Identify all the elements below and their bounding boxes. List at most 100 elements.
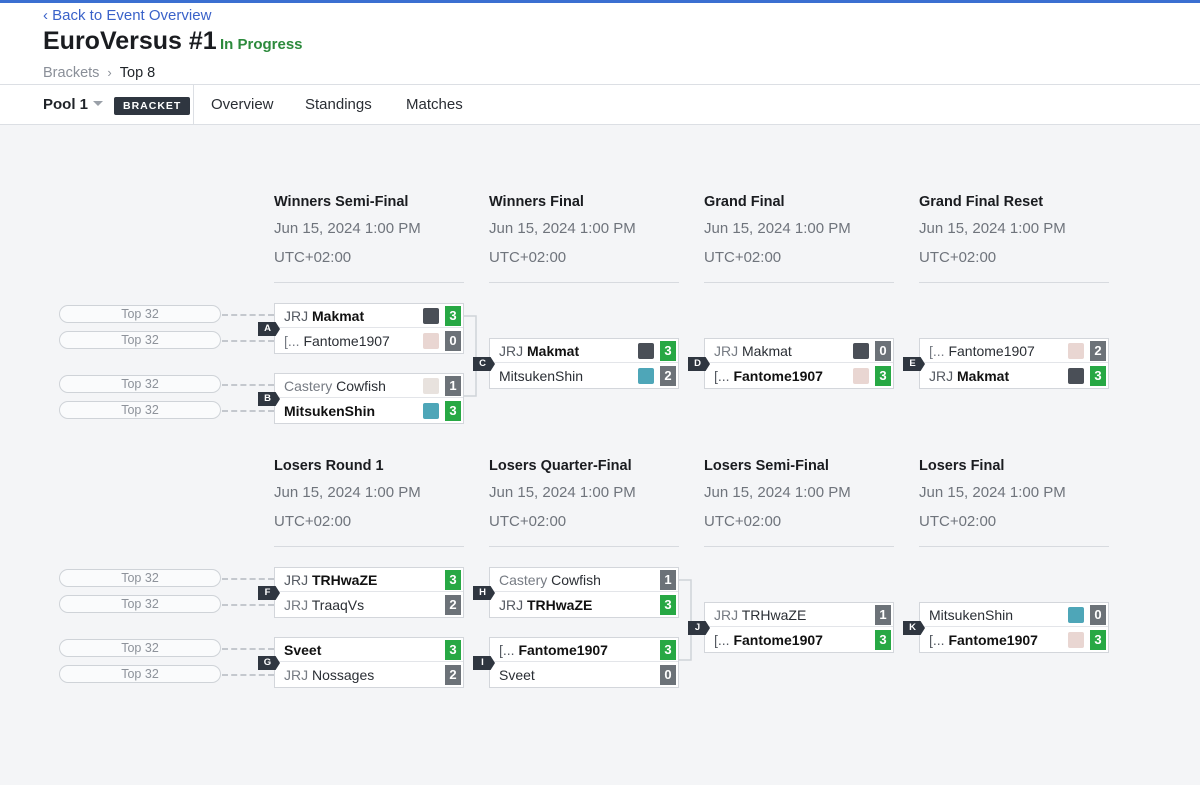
seed-placeholder: Top 32 [59, 639, 221, 657]
match-card-h[interactable]: Castery Cowfish 1 JRJ TRHwaZE 3 [489, 567, 679, 618]
player-avatar [423, 378, 439, 394]
round-header: Losers Semi-Final Jun 15, 2024 1:00 PM U… [704, 458, 894, 547]
player-row[interactable]: [... Fantome1907 3 [705, 364, 893, 388]
player-score: 3 [445, 306, 461, 326]
player-tag: Fantome1907 [518, 642, 608, 658]
player-row[interactable]: JRJ Makmat 3 [920, 364, 1108, 388]
player-tag: Fantome1907 [303, 333, 390, 349]
match-id-badge: B [258, 392, 280, 406]
player-row[interactable]: MitsukenShin 3 [275, 399, 463, 423]
player-row[interactable]: JRJ TraaqVs 2 [275, 593, 463, 617]
player-score: 3 [1090, 366, 1106, 386]
player-prefix: JRJ [499, 597, 527, 613]
player-name: [... Fantome1907 [714, 632, 823, 648]
back-link-label: Back to Event Overview [52, 7, 212, 24]
round-name: Losers Quarter-Final [489, 458, 632, 474]
player-name: Castery Cowfish [499, 572, 601, 588]
tab-standings[interactable]: Standings [305, 96, 372, 113]
seed-connector [222, 410, 274, 412]
player-row[interactable]: [... Fantome1907 3 [920, 628, 1108, 652]
player-name: JRJ TRHwaZE [499, 597, 592, 613]
player-row[interactable]: JRJ TRHwaZE 3 [490, 593, 678, 617]
player-row[interactable]: Castery Cowfish 1 [490, 568, 678, 592]
player-prefix: [... [499, 642, 519, 658]
player-tag: TRHwaZE [527, 597, 593, 613]
match-card-g[interactable]: Sveet 3 JRJ Nossages 2 [274, 637, 464, 688]
player-avatar [1068, 343, 1084, 359]
match-card-c[interactable]: JRJ Makmat 3 MitsukenShin 2 [489, 338, 679, 389]
seed-placeholder: Top 32 [59, 305, 221, 323]
player-row[interactable]: JRJ TRHwaZE 1 [705, 603, 893, 627]
player-prefix: JRJ [714, 607, 742, 623]
player-row[interactable]: [... Fantome1907 0 [275, 329, 463, 353]
player-tag: Sveet [284, 642, 322, 658]
round-date: Jun 15, 2024 1:00 PM [704, 220, 851, 237]
player-tag: MitsukenShin [929, 607, 1014, 623]
match-card-e[interactable]: [... Fantome1907 2 JRJ Makmat 3 [919, 338, 1109, 389]
player-tag: Makmat [742, 343, 792, 359]
match-id-badge: A [258, 322, 280, 336]
player-tag: Sveet [499, 667, 535, 683]
player-row[interactable]: [... Fantome1907 3 [705, 628, 893, 652]
match-card-k[interactable]: MitsukenShin 0 [... Fantome1907 3 [919, 602, 1109, 653]
player-prefix: JRJ [284, 572, 312, 588]
seed-placeholder: Top 32 [59, 569, 221, 587]
match-card-j[interactable]: JRJ TRHwaZE 1 [... Fantome1907 3 [704, 602, 894, 653]
round-timezone: UTC+02:00 [919, 249, 997, 266]
breadcrumb-brackets[interactable]: Brackets [43, 65, 99, 81]
player-tag: Makmat [957, 368, 1010, 384]
player-tag: Fantome1907 [733, 632, 823, 648]
player-avatar [638, 368, 654, 384]
player-tag: TraaqVs [311, 597, 365, 613]
player-name: MitsukenShin [499, 368, 583, 384]
match-card-f[interactable]: JRJ TRHwaZE 3 JRJ TraaqVs 2 [274, 567, 464, 618]
breadcrumb: Brackets › Top 8 [43, 65, 155, 81]
round-name: Winners Semi-Final [274, 194, 409, 210]
player-tag: TRHwaZE [312, 572, 378, 588]
player-score: 3 [875, 366, 891, 386]
round-name: Losers Final [919, 458, 1005, 474]
match-card-b[interactable]: Castery Cowfish 1 MitsukenShin 3 [274, 373, 464, 424]
pool-selector[interactable]: Pool 1 [43, 96, 104, 113]
player-score: 3 [660, 341, 676, 361]
match-card-i[interactable]: [... Fantome1907 3 Sveet 0 [489, 637, 679, 688]
player-row[interactable]: Castery Cowfish 1 [275, 374, 463, 398]
player-row[interactable]: MitsukenShin 2 [490, 364, 678, 388]
player-row[interactable]: JRJ TRHwaZE 3 [275, 568, 463, 592]
match-id-badge: K [903, 621, 925, 635]
breadcrumb-top8: Top 8 [119, 65, 156, 81]
player-prefix: Castery [499, 572, 552, 588]
player-prefix: JRJ [284, 667, 312, 683]
player-row[interactable]: JRJ Makmat 3 [275, 304, 463, 328]
player-row[interactable]: [... Fantome1907 3 [490, 638, 678, 662]
player-score: 0 [1090, 605, 1106, 625]
player-name: [... Fantome1907 [929, 632, 1038, 648]
match-card-d[interactable]: JRJ Makmat 0 [... Fantome1907 3 [704, 338, 894, 389]
player-prefix: [... [714, 632, 734, 648]
player-row[interactable]: Sveet 0 [490, 663, 678, 687]
player-tag: Cowfish [336, 378, 386, 394]
player-row[interactable]: JRJ Makmat 3 [490, 339, 678, 363]
player-row[interactable]: MitsukenShin 0 [920, 603, 1108, 627]
round-date: Jun 15, 2024 1:00 PM [704, 484, 851, 501]
tab-overview[interactable]: Overview [211, 96, 274, 113]
round-date: Jun 15, 2024 1:00 PM [274, 220, 421, 237]
player-row[interactable]: Sveet 3 [275, 638, 463, 662]
player-avatar [638, 343, 654, 359]
player-name: JRJ Nossages [284, 667, 374, 683]
round-name: Winners Final [489, 194, 584, 210]
match-id-badge: D [688, 357, 710, 371]
round-date: Jun 15, 2024 1:00 PM [489, 484, 636, 501]
back-link[interactable]: ‹ Back to Event Overview [43, 7, 211, 24]
player-score: 3 [660, 640, 676, 660]
match-id-badge: F [258, 586, 280, 600]
player-avatar [423, 333, 439, 349]
player-row[interactable]: JRJ Makmat 0 [705, 339, 893, 363]
player-score: 3 [875, 630, 891, 650]
player-tag: Fantome1907 [733, 368, 823, 384]
player-prefix: JRJ [499, 343, 527, 359]
player-row[interactable]: JRJ Nossages 2 [275, 663, 463, 687]
match-card-a[interactable]: JRJ Makmat 3 [... Fantome1907 0 [274, 303, 464, 354]
tab-matches[interactable]: Matches [406, 96, 463, 113]
player-row[interactable]: [... Fantome1907 2 [920, 339, 1108, 363]
